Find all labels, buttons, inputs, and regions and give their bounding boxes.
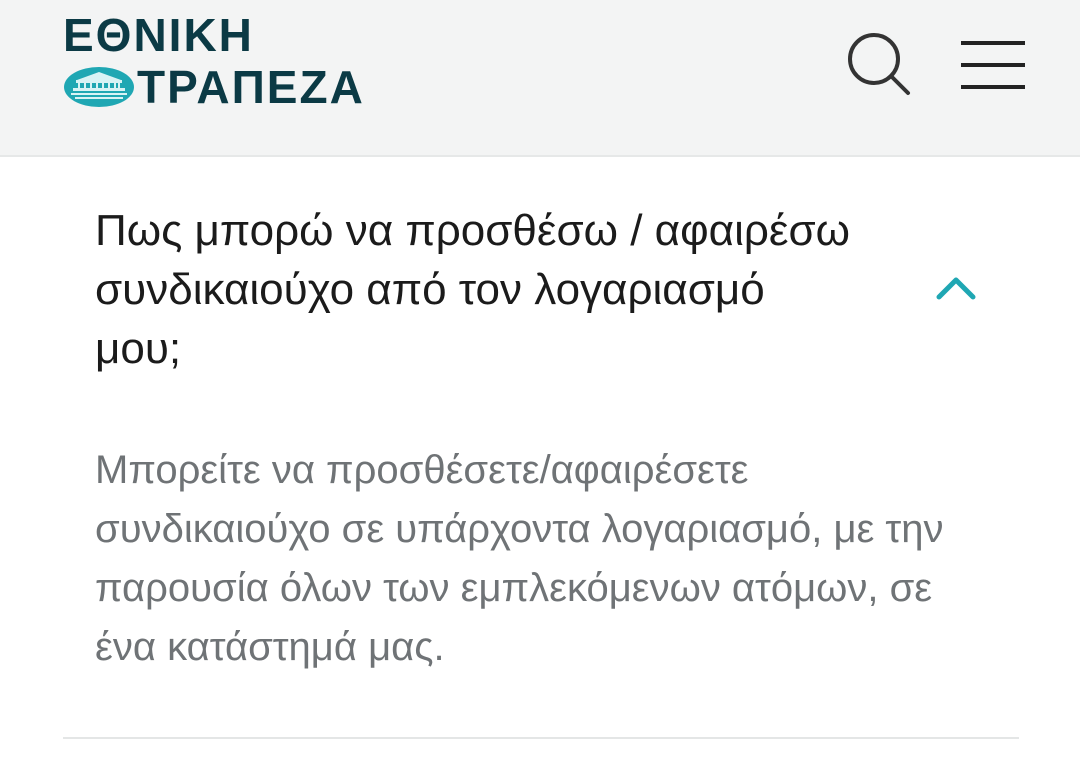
logo-text-line1: ΕΘΝΙΚΗ <box>63 9 254 61</box>
faq-item: Πως μπορώ να προσθέσω / αφαιρέσω συνδικα… <box>63 157 1019 739</box>
search-button[interactable] <box>845 30 913 98</box>
nbg-logo[interactable]: ΕΘΝΙΚΗ ΤΡΑΠΕΖΑ <box>63 12 403 112</box>
faq-toggle-button[interactable] <box>933 269 979 305</box>
logo-text-line2: ΤΡΑΠΕΖΑ <box>137 61 365 113</box>
search-icon <box>848 33 910 95</box>
faq-answer: Μπορείτε να προσθέσετε/αφαιρέσετε συνδικ… <box>95 448 944 669</box>
faq-question[interactable]: Πως μπορώ να προσθέσω / αφαιρέσω συνδικα… <box>95 201 855 378</box>
site-header: ΕΘΝΙΚΗ ΤΡΑΠΕΖΑ <box>0 0 1080 157</box>
menu-button[interactable] <box>958 38 1028 92</box>
hamburger-menu-icon <box>961 41 1025 89</box>
chevron-up-icon <box>936 277 976 300</box>
bank-building-emblem-icon <box>64 67 134 107</box>
